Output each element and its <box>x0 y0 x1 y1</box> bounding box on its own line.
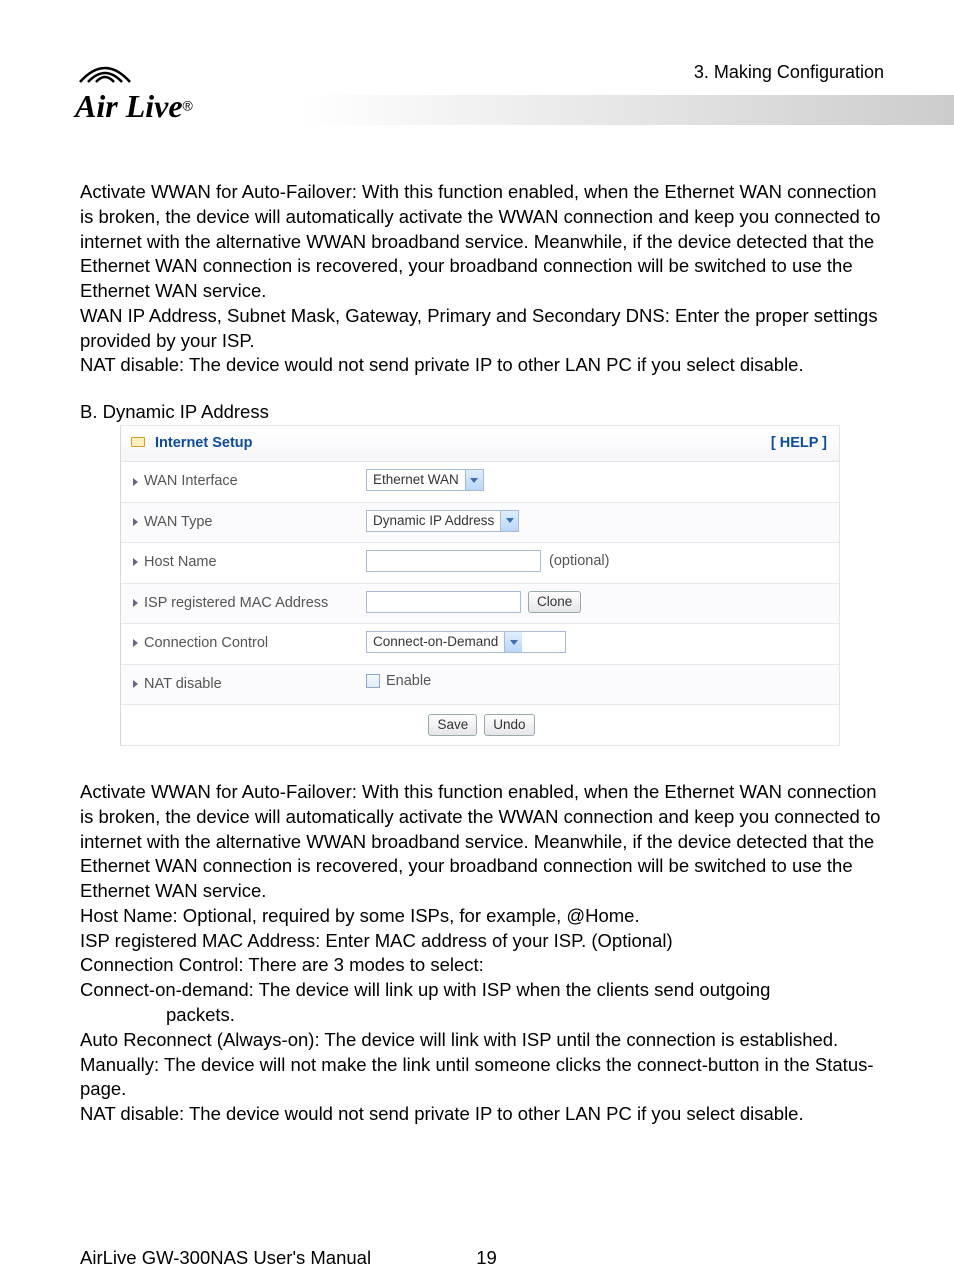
label-connection-control: Connection Control <box>144 635 268 651</box>
host-name-input[interactable] <box>366 550 541 572</box>
arrow-icon <box>133 518 138 526</box>
nat-enable-checkbox[interactable] <box>366 674 380 688</box>
arrow-icon <box>133 599 138 607</box>
row-wan-interface: WAN Interface Ethernet WAN <box>121 462 839 502</box>
help-link[interactable]: [ HELP ] <box>771 434 827 453</box>
paragraph-nat-1: NAT disable: The device would not send p… <box>80 353 884 378</box>
internet-setup-panel: Internet Setup [ HELP ] WAN Interface Et… <box>120 425 840 746</box>
clone-button[interactable]: Clone <box>528 591 581 613</box>
isp-mac-input[interactable] <box>366 591 521 613</box>
label-wan-type: WAN Type <box>144 514 213 530</box>
chapter-title: 3. Making Configuration <box>694 62 884 83</box>
folder-icon <box>131 437 145 447</box>
save-button[interactable]: Save <box>428 714 477 736</box>
arrow-icon <box>133 680 138 688</box>
page-content: Activate WWAN for Auto-Failover: With th… <box>0 150 954 1127</box>
paragraph-manually: Manually: The device will not make the l… <box>80 1053 884 1103</box>
connection-control-select[interactable]: Connect-on-Demand <box>366 631 566 653</box>
panel-button-row: Save Undo <box>121 705 839 745</box>
paragraph-auto-reconnect: Auto Reconnect (Always-on): The device w… <box>80 1028 884 1053</box>
wifi-icon <box>75 60 135 88</box>
lower-text-block: Activate WWAN for Auto-Failover: With th… <box>80 780 884 1127</box>
footer-manual-name: AirLive GW-300NAS User's Manual <box>80 1247 371 1268</box>
panel-header: Internet Setup [ HELP ] <box>121 426 839 462</box>
row-isp-mac: ISP registered MAC Address Clone <box>121 584 839 624</box>
row-host-name: Host Name (optional) <box>121 543 839 583</box>
chevron-down-icon <box>504 632 522 652</box>
label-wan-interface: WAN Interface <box>144 473 238 489</box>
paragraph-autofailover-1: Activate WWAN for Auto-Failover: With th… <box>80 180 884 304</box>
registered-mark: ® <box>183 98 193 114</box>
label-host-name: Host Name <box>144 554 217 570</box>
panel-title: Internet Setup <box>155 435 252 451</box>
paragraph-cod-b: packets. <box>80 1003 884 1028</box>
page-footer: AirLive GW-300NAS User's Manual 19 <box>0 1247 954 1269</box>
row-nat-disable: NAT disable Enable <box>121 665 839 705</box>
paragraph-wan-settings: WAN IP Address, Subnet Mask, Gateway, Pr… <box>80 304 884 354</box>
paragraph-autofailover-2: Activate WWAN for Auto-Failover: With th… <box>80 780 884 904</box>
label-nat-disable: NAT disable <box>144 676 222 692</box>
undo-button[interactable]: Undo <box>484 714 534 736</box>
brand-logo: Air Live® <box>75 60 193 125</box>
label-isp-mac: ISP registered MAC Address <box>144 595 328 611</box>
paragraph-isp-mac: ISP registered MAC Address: Enter MAC ad… <box>80 929 884 954</box>
row-wan-type: WAN Type Dynamic IP Address <box>121 503 839 543</box>
section-heading-b: B. Dynamic IP Address <box>80 400 884 425</box>
chevron-down-icon <box>465 470 483 490</box>
arrow-icon <box>133 639 138 647</box>
footer-page-number: 19 <box>476 1247 497 1268</box>
arrow-icon <box>133 558 138 566</box>
logo-text: Air Live <box>75 88 183 124</box>
nat-enable-label: Enable <box>386 673 431 689</box>
wan-type-select[interactable]: Dynamic IP Address <box>366 510 519 532</box>
host-name-hint: (optional) <box>549 553 609 569</box>
header-divider <box>300 95 954 125</box>
paragraph-cod-a: Connect-on-demand: The device will link … <box>80 978 884 1003</box>
row-connection-control: Connection Control Connect-on-Demand <box>121 624 839 664</box>
page-header: 3. Making Configuration Air Live® <box>0 0 954 150</box>
chevron-down-icon <box>500 511 518 531</box>
paragraph-conn-control: Connection Control: There are 3 modes to… <box>80 953 884 978</box>
arrow-icon <box>133 478 138 486</box>
paragraph-nat-2: NAT disable: The device would not send p… <box>80 1102 884 1127</box>
paragraph-hostname: Host Name: Optional, required by some IS… <box>80 904 884 929</box>
wan-interface-select[interactable]: Ethernet WAN <box>366 469 484 491</box>
